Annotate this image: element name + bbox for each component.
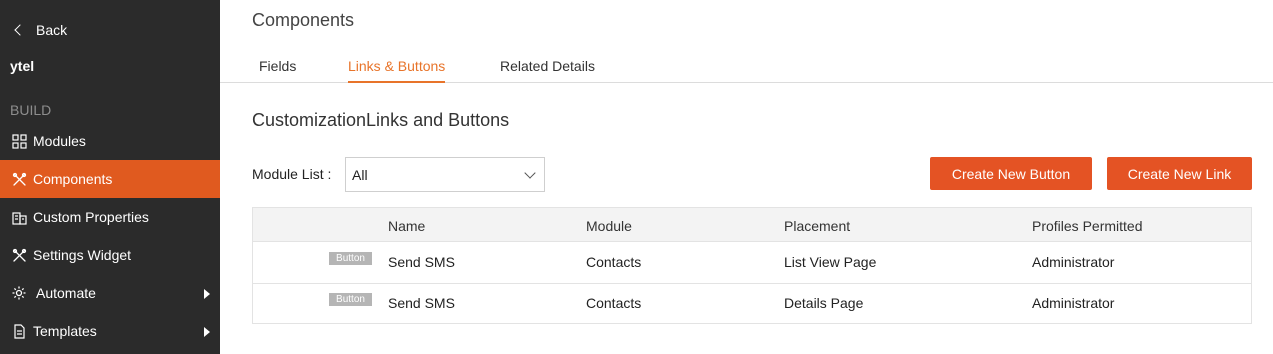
chevron-down-icon bbox=[524, 167, 536, 179]
chevron-left-icon bbox=[14, 24, 26, 36]
tools-icon bbox=[11, 247, 27, 263]
type-badge: Button bbox=[329, 293, 372, 306]
module-list-label: Module List : bbox=[252, 166, 332, 182]
tab-fields[interactable]: Fields bbox=[259, 58, 296, 81]
tab-related-details[interactable]: Related Details bbox=[500, 58, 595, 81]
row-placement: List View Page bbox=[784, 254, 877, 270]
building-icon bbox=[11, 209, 27, 225]
org-name: ytel bbox=[10, 58, 35, 74]
tab-bar: Fields Links & Buttons Related Details bbox=[220, 48, 1273, 83]
sidebar-item-label: Automate bbox=[36, 285, 96, 301]
tab-links-buttons[interactable]: Links & Buttons bbox=[348, 58, 446, 83]
column-header-module: Module bbox=[586, 218, 632, 234]
sidebar-item-label: Components bbox=[33, 171, 113, 187]
links-buttons-table: Name Module Placement Profiles Permitted… bbox=[252, 207, 1252, 324]
expand-arrow-icon bbox=[204, 327, 210, 337]
sidebar-item-custom-properties[interactable]: Custom Properties bbox=[0, 198, 220, 236]
sidebar-item-label: Custom Properties bbox=[33, 209, 149, 225]
gear-icon bbox=[11, 285, 27, 301]
create-new-button-button[interactable]: Create New Button bbox=[930, 157, 1092, 190]
section-label-build: BUILD bbox=[10, 102, 52, 118]
table-row[interactable]: Button Send SMS Contacts Details Page Ad… bbox=[253, 284, 1251, 325]
row-profiles: Administrator bbox=[1032, 254, 1115, 270]
type-badge: Button bbox=[329, 252, 372, 265]
sidebar-item-label: Settings Widget bbox=[33, 247, 132, 263]
sidebar-item-automate[interactable]: Automate bbox=[0, 274, 220, 312]
sidebar-item-components[interactable]: Components bbox=[0, 160, 220, 198]
row-profiles: Administrator bbox=[1032, 295, 1115, 311]
create-new-link-button[interactable]: Create New Link bbox=[1107, 157, 1252, 190]
sidebar-item-templates[interactable]: Templates bbox=[0, 312, 220, 350]
tools-icon bbox=[11, 171, 27, 187]
row-name-link[interactable]: Send SMS bbox=[388, 254, 455, 270]
modules-icon bbox=[11, 133, 27, 149]
column-header-profiles: Profiles Permitted bbox=[1032, 218, 1143, 234]
back-label: Back bbox=[36, 22, 68, 38]
row-name-link[interactable]: Send SMS bbox=[388, 295, 455, 311]
back-button[interactable]: Back bbox=[12, 20, 67, 40]
main-content: Components Fields Links & Buttons Relate… bbox=[220, 0, 1273, 354]
section-title: CustomizationLinks and Buttons bbox=[252, 110, 510, 130]
module-list-select[interactable]: All bbox=[345, 157, 545, 192]
column-header-placement: Placement bbox=[784, 218, 851, 234]
sidebar: Back ytel BUILD Modules Components Custo… bbox=[0, 0, 220, 354]
table-header: Name Module Placement Profiles Permitted bbox=[253, 208, 1251, 242]
document-icon bbox=[11, 323, 27, 339]
row-module: Contacts bbox=[586, 295, 642, 311]
module-list-value: All bbox=[352, 166, 368, 183]
page-title: Components bbox=[252, 10, 355, 30]
expand-arrow-icon bbox=[204, 289, 210, 299]
table-row[interactable]: Button Send SMS Contacts List View Page … bbox=[253, 243, 1251, 284]
row-module: Contacts bbox=[586, 254, 642, 270]
sidebar-item-settings-widget[interactable]: Settings Widget bbox=[0, 236, 220, 274]
column-header-name: Name bbox=[388, 218, 426, 234]
sidebar-item-label: Templates bbox=[33, 323, 97, 339]
row-placement: Details Page bbox=[784, 295, 864, 311]
sidebar-item-label: Modules bbox=[33, 133, 86, 149]
sidebar-item-modules[interactable]: Modules bbox=[0, 122, 220, 160]
